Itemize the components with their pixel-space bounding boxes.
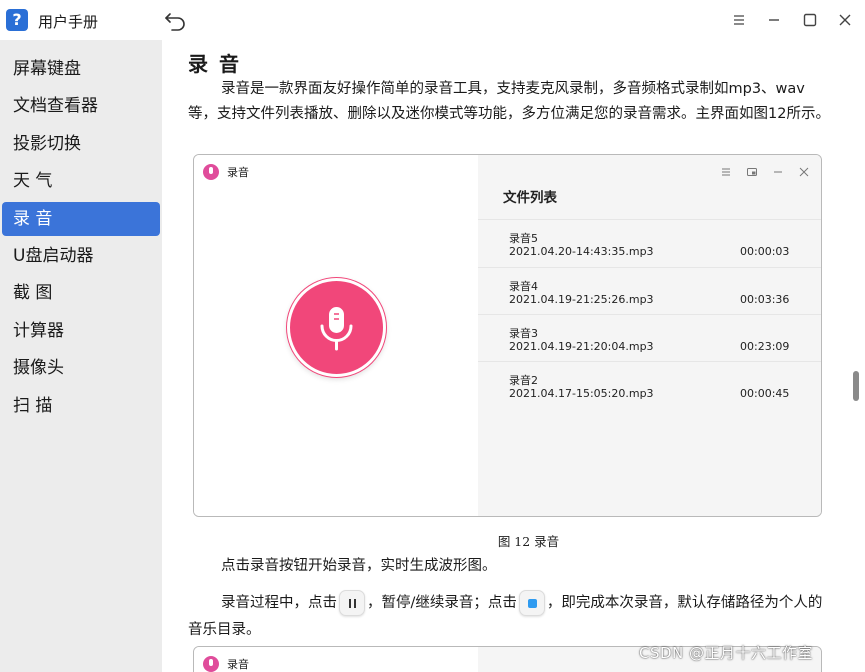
- scrollbar-thumb[interactable]: [853, 371, 859, 401]
- close-icon[interactable]: [834, 9, 856, 31]
- file-name: 录音3: [509, 327, 538, 340]
- figure-close-icon: [799, 167, 809, 177]
- recorder-app-icon: [203, 164, 219, 180]
- sidebar-item-weather[interactable]: 天 气: [2, 164, 160, 198]
- file-duration: 00:23:09: [740, 340, 790, 353]
- sidebar-item-camera[interactable]: 摄像头: [2, 351, 160, 385]
- next-figure-app-title: 录音: [227, 658, 249, 671]
- sidebar-item-document-viewer[interactable]: 文档查看器: [2, 89, 160, 123]
- file-list-title: 文件列表: [503, 190, 557, 206]
- intro-paragraph: 录音是一款界面友好操作简单的录音工具，支持麦克风录制，多音频格式录制如mp3、w…: [188, 81, 830, 122]
- watermark-text: CSDN @正月十六工作室: [639, 644, 814, 662]
- minimize-icon[interactable]: [763, 9, 785, 31]
- page-title: 录 音: [188, 52, 241, 76]
- sidebar-item-usb-boot[interactable]: U盘启动器: [2, 239, 160, 273]
- figure-caption: 图 12 录音: [497, 534, 560, 549]
- sidebar-item-calculator[interactable]: 计算器: [2, 314, 160, 348]
- file-filename: 2021.04.17-15:05:20.mp3: [509, 387, 654, 400]
- list-item: 录音5 2021.04.20-14:43:35.mp3 00:00:03: [478, 220, 821, 267]
- record-button: [287, 278, 386, 377]
- recorder-app-icon: [203, 656, 219, 672]
- figure-menu-icon: [722, 168, 730, 176]
- figure-app-title: 录音: [227, 166, 249, 179]
- list-item: 录音2 2021.04.17-15:05:20.mp3 00:00:45: [478, 362, 821, 409]
- sidebar-item-screen-keyboard[interactable]: 屏幕键盘: [2, 52, 160, 86]
- file-filename: 2021.04.20-14:43:35.mp3: [509, 245, 654, 258]
- file-duration: 00:03:36: [740, 293, 790, 306]
- maximize-icon[interactable]: [799, 9, 821, 31]
- microphone-icon: [320, 307, 353, 351]
- file-duration: 00:00:03: [740, 245, 790, 258]
- content-area: 录 音 录音是一款界面友好操作简单的录音工具，支持麦克风录制，多音频格式录制如m…: [162, 40, 865, 672]
- list-item: 录音4 2021.04.19-21:25:26.mp3 00:03:36: [478, 268, 821, 315]
- pause-button-icon: [339, 590, 365, 616]
- recorder-main-panel: 录音: [194, 155, 478, 516]
- back-arrow-icon[interactable]: [163, 8, 189, 32]
- file-list-panel: 文件列表 录音5 2021.04.20-14:43:35.mp3 00:00:0…: [478, 155, 821, 516]
- recording-controls-paragraph: 录音过程中，点击 ，暂停/继续录音；点击 ，即完成本次录音，默认存储路径为个人的音乐…: [188, 590, 833, 644]
- instruction-paragraph: 点击录音按钮开始录音，实时生成波形图。: [221, 558, 497, 574]
- sidebar-item-projection[interactable]: 投影切换: [2, 127, 160, 161]
- file-duration: 00:00:45: [740, 387, 790, 400]
- menu-icon[interactable]: [728, 9, 750, 31]
- text-segment: 录音过程中，点击: [221, 595, 337, 611]
- figure-mini-mode-icon: [747, 168, 757, 176]
- text-segment: ，暂停/继续录音；点击: [367, 595, 517, 611]
- stop-button-icon: [518, 590, 545, 616]
- app-title: 用户手册: [38, 13, 99, 31]
- sidebar: 屏幕键盘 文档查看器 投影切换 天 气 录 音 U盘启动器 截 图 计算器 摄像…: [0, 40, 162, 672]
- file-filename: 2021.04.19-21:25:26.mp3: [509, 293, 654, 306]
- recorder-screenshot-figure: 录音 文件列表 录音5 2021.04.20-14:43:35.mp3 00:0: [193, 154, 822, 517]
- figure-minimize-icon: [774, 171, 782, 173]
- sidebar-item-recorder[interactable]: 录 音: [2, 201, 160, 236]
- list-item: 录音3 2021.04.19-21:20:04.mp3 00:23:09: [478, 315, 821, 362]
- file-filename: 2021.04.19-21:20:04.mp3: [509, 340, 654, 353]
- sidebar-item-screenshot[interactable]: 截 图: [2, 276, 160, 310]
- sidebar-item-scanner[interactable]: 扫 描: [2, 389, 160, 423]
- next-figure-left: 录音: [194, 647, 478, 672]
- title-bar: ? 用户手册: [0, 0, 865, 40]
- file-name: 录音5: [509, 232, 538, 245]
- file-name: 录音4: [509, 280, 538, 293]
- file-name: 录音2: [509, 374, 538, 387]
- help-app-icon: ?: [6, 9, 28, 31]
